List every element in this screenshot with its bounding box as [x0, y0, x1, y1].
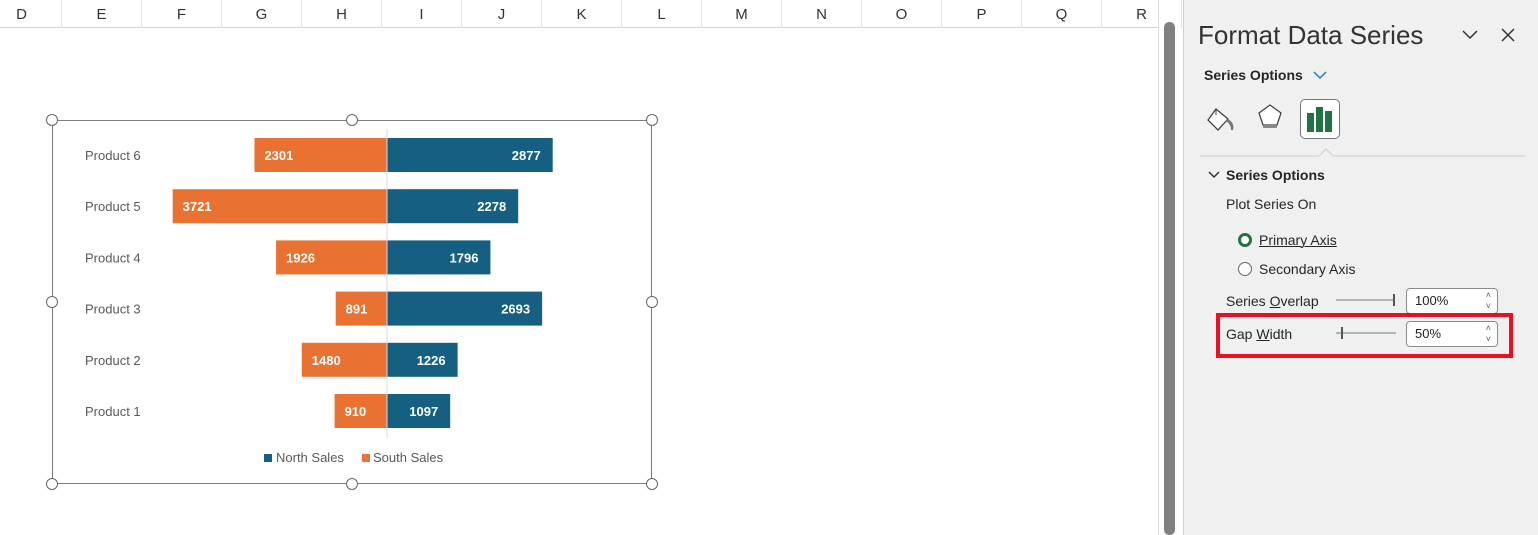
- primary-axis-label: Primary Axis: [1259, 232, 1337, 248]
- scrollbar-thumb[interactable]: [1164, 22, 1175, 535]
- legend-south-label: South Sales: [373, 450, 444, 465]
- overlap-value: 100%: [1415, 293, 1449, 308]
- chart[interactable]: Product 6 2301 2877 Product 5 3721 2278 Produc…: [52, 120, 652, 484]
- dropdown-label: Series Options: [1204, 67, 1303, 83]
- spin-arrows-icon[interactable]: ˄ ˅: [1486, 290, 1491, 312]
- column-header[interactable]: K: [542, 0, 622, 28]
- category-label: Product 2: [85, 353, 141, 368]
- column-header[interactable]: Q: [1022, 0, 1102, 28]
- column-header[interactable]: E: [62, 0, 142, 28]
- category-label: Product 1: [85, 404, 141, 419]
- north-data-label: 2877: [512, 148, 541, 163]
- resize-handle[interactable]: [46, 296, 58, 308]
- column-header[interactable]: P: [942, 0, 1022, 28]
- column-header[interactable]: N: [782, 0, 862, 28]
- column-headers: DEFGHIJKLMNOPQR: [0, 0, 1182, 28]
- resize-handle[interactable]: [646, 114, 658, 126]
- column-header[interactable]: J: [462, 0, 542, 28]
- north-data-label: 2278: [477, 199, 506, 214]
- category-label: Product 4: [85, 250, 141, 265]
- paint-bucket-icon: [1207, 108, 1234, 131]
- series-options-tab[interactable]: [1300, 99, 1340, 139]
- gap-value: 50%: [1415, 326, 1442, 341]
- secondary-axis-radio[interactable]: Secondary Axis: [1238, 261, 1356, 277]
- resize-handle[interactable]: [46, 114, 58, 126]
- column-header[interactable]: F: [142, 0, 222, 28]
- section-title: Series Options: [1226, 167, 1325, 183]
- bar-chart-icon: [1307, 107, 1332, 132]
- category-label: Product 5: [85, 199, 141, 214]
- series-overlap-label: Series Overlap: [1226, 293, 1319, 309]
- north-data-label: 1097: [409, 404, 438, 419]
- gap-width-slider[interactable]: [1336, 325, 1398, 341]
- south-data-label: 1480: [312, 353, 341, 368]
- legend-north-swatch: [264, 454, 272, 462]
- south-data-label: 2301: [264, 148, 293, 163]
- close-button[interactable]: [1500, 27, 1516, 48]
- south-data-label: 1926: [286, 250, 315, 265]
- vertical-scrollbar[interactable]: [1158, 0, 1180, 535]
- chevron-down-icon: [1462, 30, 1478, 40]
- fill-line-tab[interactable]: [1202, 99, 1242, 139]
- primary-axis-radio[interactable]: Primary Axis: [1238, 232, 1337, 248]
- series-overlap-spinner[interactable]: 100% ˄ ˅: [1406, 288, 1498, 314]
- chevron-down-icon: [1313, 71, 1327, 80]
- series-options-section-header[interactable]: Series Options: [1208, 167, 1325, 183]
- butterfly-bar-chart: Product 6 2301 2877 Product 5 3721 2278 Produc…: [85, 129, 553, 465]
- tab-divider: [1200, 148, 1525, 157]
- plot-series-on-label: Plot Series On: [1226, 196, 1317, 212]
- spin-arrows-icon[interactable]: ˄ ˅: [1486, 323, 1491, 345]
- column-header[interactable]: L: [622, 0, 702, 28]
- north-data-label: 2693: [501, 302, 530, 317]
- legend-north-label: North Sales: [276, 450, 344, 465]
- category-label: Product 6: [85, 148, 141, 163]
- pentagon-icon: [1258, 104, 1282, 128]
- column-header[interactable]: H: [302, 0, 382, 28]
- series-options-dropdown[interactable]: Series Options: [1204, 67, 1327, 83]
- north-data-label: 1796: [450, 250, 479, 265]
- series-overlap-slider[interactable]: [1336, 292, 1398, 308]
- resize-handle[interactable]: [346, 114, 358, 126]
- radio-unselected-icon: [1238, 262, 1252, 276]
- secondary-axis-label: Secondary Axis: [1259, 261, 1356, 277]
- resize-handle[interactable]: [646, 478, 658, 490]
- column-header[interactable]: M: [702, 0, 782, 28]
- north-data-label: 1226: [417, 353, 446, 368]
- collapse-pane-button[interactable]: [1460, 24, 1480, 49]
- format-data-series-pane: Format Data Series Series Options Series…: [1183, 0, 1538, 535]
- radio-selected-icon: [1238, 233, 1252, 247]
- legend-south-swatch: [362, 454, 370, 462]
- column-header[interactable]: I: [382, 0, 462, 28]
- south-data-label: 910: [345, 404, 367, 419]
- column-header[interactable]: G: [222, 0, 302, 28]
- pane-title: Format Data Series: [1198, 20, 1424, 50]
- south-data-label: 3721: [183, 199, 212, 214]
- close-icon: [1501, 28, 1515, 42]
- column-header[interactable]: O: [862, 0, 942, 28]
- resize-handle[interactable]: [646, 296, 658, 308]
- resize-handle[interactable]: [346, 478, 358, 490]
- gap-width-spinner[interactable]: 50% ˄ ˅: [1406, 321, 1498, 347]
- gap-width-label: Gap Width: [1226, 326, 1293, 342]
- chevron-down-icon: [1208, 171, 1220, 179]
- column-header[interactable]: D: [0, 0, 62, 28]
- resize-handle[interactable]: [46, 478, 58, 490]
- south-data-label: 891: [346, 302, 368, 317]
- effects-tab[interactable]: [1250, 99, 1290, 139]
- category-label: Product 3: [85, 302, 141, 317]
